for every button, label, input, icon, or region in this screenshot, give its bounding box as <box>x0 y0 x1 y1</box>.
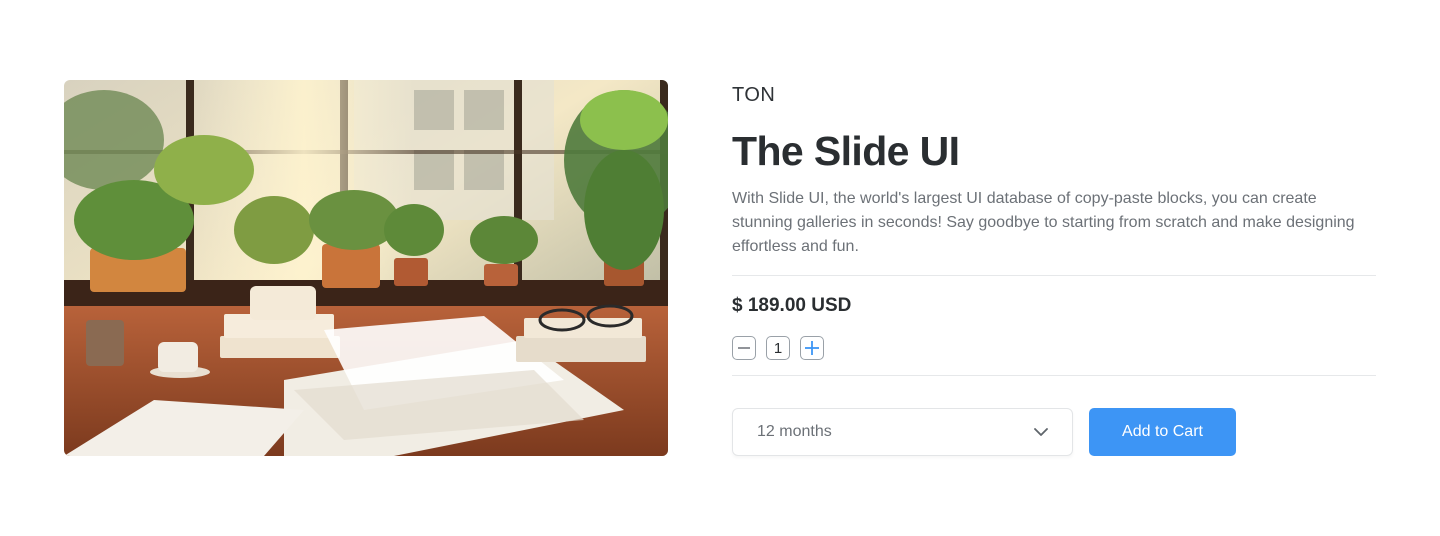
product-price: $ 189.00 USD <box>732 295 852 316</box>
chevron-down-icon <box>1034 428 1048 436</box>
product-info: TON The Slide UI With Slide UI, the worl… <box>732 80 1376 456</box>
decrement-button[interactable] <box>732 336 756 360</box>
quantity-value[interactable]: 1 <box>766 336 790 360</box>
quantity-stepper: 1 <box>732 336 1376 360</box>
add-to-cart-button[interactable]: Add to Cart <box>1089 408 1236 456</box>
product-description: With Slide UI, the world's largest UI da… <box>732 190 1355 255</box>
brand-label: TON <box>732 84 776 106</box>
purchase-actions: 12 months Add to Cart <box>732 408 1376 456</box>
plan-select-value: 12 months <box>757 423 832 440</box>
plus-icon <box>805 341 819 355</box>
product-image <box>64 80 668 456</box>
product-title: The Slide UI <box>732 128 960 174</box>
divider <box>732 275 1376 276</box>
minus-icon <box>738 347 750 349</box>
plan-select[interactable]: 12 months <box>732 408 1073 456</box>
increment-button[interactable] <box>800 336 824 360</box>
divider <box>732 375 1376 376</box>
product-photo <box>64 80 668 456</box>
